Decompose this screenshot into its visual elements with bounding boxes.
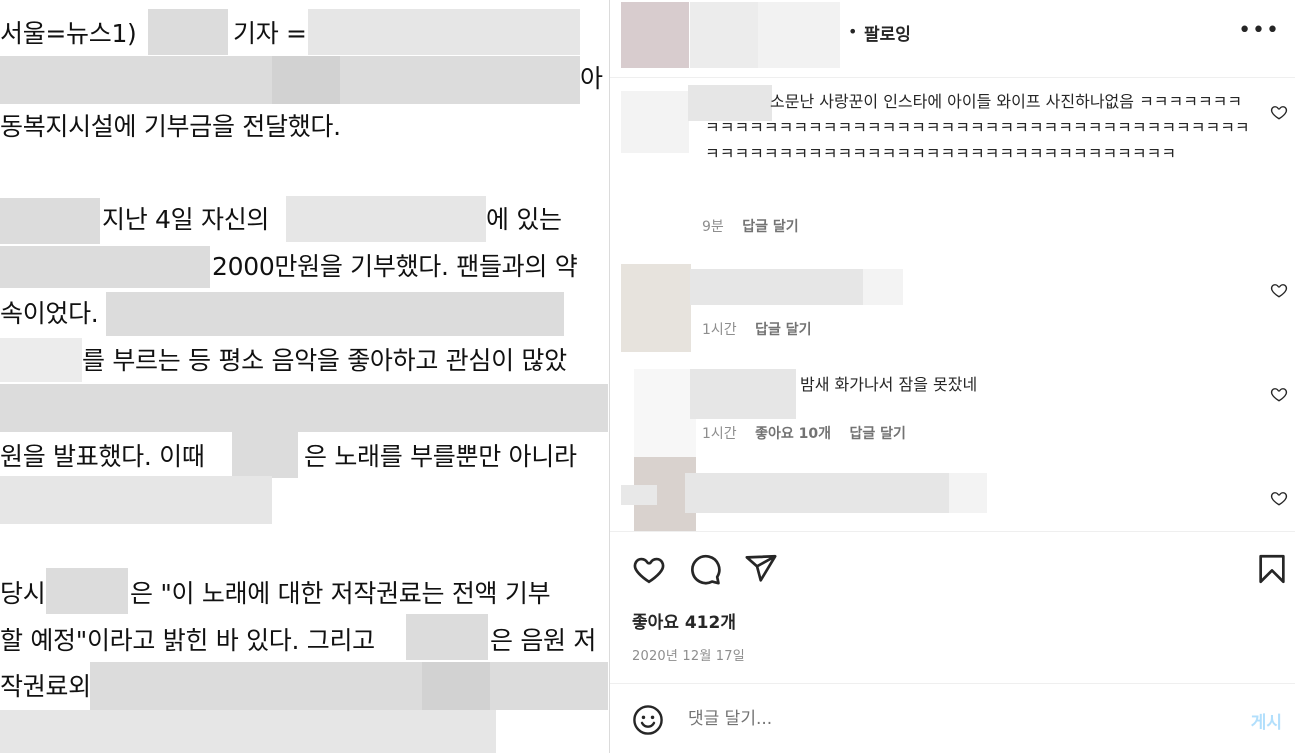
bookmark-icon[interactable] bbox=[1255, 552, 1289, 586]
post-date: 2020년 12월 17일 bbox=[632, 649, 745, 664]
article-line: 작권료외 bbox=[0, 672, 91, 701]
article-line: 기자 = bbox=[233, 19, 307, 48]
comments-list: 소문난 사랑꾼이 인스타에 아이들 와이프 사진하나없음 ㅋㅋㅋㅋㅋㅋㅋㅋㅋㅋㅋ… bbox=[610, 79, 1295, 531]
avatar[interactable] bbox=[621, 91, 689, 153]
paper-plane-icon[interactable] bbox=[744, 552, 778, 586]
heart-icon[interactable] bbox=[1270, 281, 1288, 299]
add-comment-bar: 게시 bbox=[610, 683, 1295, 753]
blurred-area bbox=[46, 568, 128, 614]
blurred-area bbox=[0, 198, 100, 244]
comment-meta: 9분 답글 달기 bbox=[702, 216, 813, 236]
comment-text-blurred bbox=[863, 269, 903, 305]
blurred-area bbox=[0, 338, 82, 382]
comment-meta: 1시간 좋아요 10개 답글 달기 bbox=[702, 423, 920, 443]
article-line: 아 bbox=[580, 64, 603, 93]
post-header: • 팔로잉 ••• bbox=[610, 0, 1295, 78]
article-line: 당시 bbox=[0, 579, 46, 608]
comment-time: 1시간 bbox=[702, 322, 737, 338]
username-blurred bbox=[758, 2, 840, 68]
blurred-area bbox=[422, 662, 490, 710]
post-panel: • 팔로잉 ••• 소문난 사랑꾼이 인스타에 아이들 와이프 사진하나없음 ㅋ… bbox=[609, 0, 1295, 753]
more-options-icon[interactable]: ••• bbox=[1238, 18, 1280, 43]
blurred-area bbox=[0, 710, 496, 753]
article-line: 2000만원을 기부했다. 팬들과의 약 bbox=[212, 252, 578, 281]
blurred-area bbox=[272, 56, 340, 104]
heart-icon[interactable] bbox=[1270, 385, 1288, 403]
blurred-area bbox=[286, 196, 486, 242]
blurred-area bbox=[0, 384, 608, 432]
username-blurred[interactable] bbox=[690, 2, 758, 68]
avatar[interactable] bbox=[621, 264, 691, 352]
article-line: 에 있는 bbox=[486, 205, 562, 234]
article-line: 를 부르는 등 평소 음악을 좋아하고 관심이 많았 bbox=[82, 346, 567, 375]
article-line: 은 음원 저 bbox=[490, 626, 597, 655]
comment-likes[interactable]: 좋아요 10개 bbox=[755, 426, 831, 442]
heart-icon[interactable] bbox=[1270, 103, 1288, 121]
comment-text: 밤새 화가나서 잠을 못잤네 bbox=[800, 375, 978, 394]
article-line: 은 노래를 부를뿐만 아니라 bbox=[304, 442, 577, 471]
separator-dot: • bbox=[848, 22, 858, 41]
article-line: 원을 발표했다. 이때 bbox=[0, 442, 205, 471]
article-image: 서울=뉴스1) 기자 = 아 동복지시설에 기부금을 전달했다. 지난 4일 자… bbox=[0, 0, 608, 753]
avatar-blurred bbox=[621, 485, 657, 505]
comment-text: 소문난 사랑꾼이 인스타에 아이들 와이프 사진하나없음 ㅋㅋㅋㅋㅋㅋㅋㅋㅋㅋㅋ… bbox=[705, 92, 1250, 163]
comment-time: 1시간 bbox=[702, 426, 737, 442]
comment-text-blurred bbox=[949, 473, 987, 513]
comment-time: 9분 bbox=[702, 219, 724, 235]
post-button[interactable]: 게시 bbox=[1251, 708, 1282, 733]
blurred-area bbox=[90, 662, 608, 710]
username-blurred[interactable] bbox=[690, 369, 796, 419]
action-bar: 좋아요 412개 2020년 12월 17일 bbox=[610, 531, 1295, 683]
article-line: 할 예정"이라고 밝힌 바 있다. 그리고 bbox=[0, 626, 375, 655]
article-line: 속이었다. bbox=[0, 299, 99, 328]
article-line: 은 "이 노래에 대한 저작권료는 전액 기부 bbox=[130, 579, 551, 608]
blurred-area bbox=[308, 9, 580, 55]
heart-icon[interactable] bbox=[1270, 489, 1288, 507]
comment-input[interactable] bbox=[688, 704, 1208, 734]
likes-count[interactable]: 좋아요 412개 bbox=[632, 608, 736, 633]
comment-bubble-icon[interactable] bbox=[688, 552, 722, 586]
comment-meta: 1시간 답글 달기 bbox=[702, 319, 826, 339]
article-line: 서울=뉴스1) bbox=[0, 19, 137, 48]
username-blurred[interactable] bbox=[685, 473, 949, 513]
emoji-icon[interactable] bbox=[632, 704, 664, 736]
blurred-area bbox=[0, 246, 210, 288]
blurred-area bbox=[406, 614, 488, 660]
avatar[interactable] bbox=[634, 369, 696, 457]
following-button[interactable]: 팔로잉 bbox=[864, 20, 911, 45]
article-line: 지난 4일 자신의 bbox=[102, 205, 270, 234]
heart-icon[interactable] bbox=[632, 552, 666, 586]
reply-button[interactable]: 답글 달기 bbox=[755, 322, 811, 338]
username-blurred[interactable] bbox=[690, 269, 863, 305]
blurred-area bbox=[106, 292, 564, 336]
reply-button[interactable]: 답글 달기 bbox=[742, 219, 798, 235]
article-line: 동복지시설에 기부금을 전달했다. bbox=[0, 112, 341, 141]
blurred-area bbox=[0, 476, 272, 524]
blurred-area bbox=[232, 432, 298, 478]
avatar[interactable] bbox=[621, 2, 689, 68]
blurred-area bbox=[148, 9, 228, 55]
reply-button[interactable]: 답글 달기 bbox=[849, 426, 905, 442]
